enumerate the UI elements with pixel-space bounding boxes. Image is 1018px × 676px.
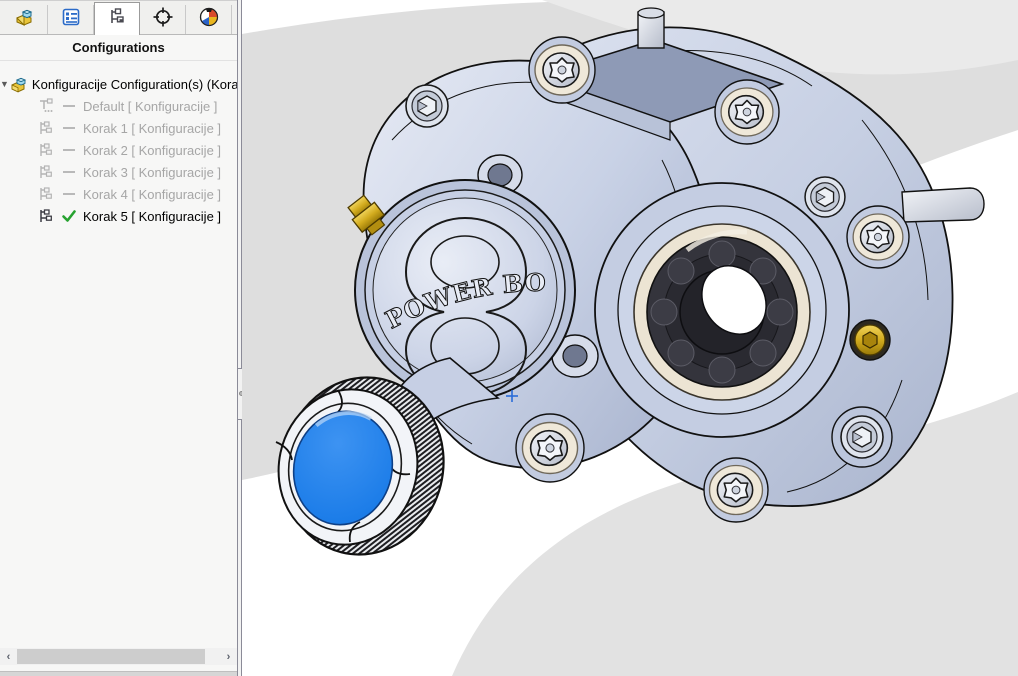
gold-hex-plug [850, 320, 890, 360]
config-item-default[interactable]: Default [ Konfiguracije ] [0, 95, 237, 117]
manager-tabstrip [0, 1, 237, 35]
configuration-flag-icon [36, 119, 56, 137]
inactive-state-icon [59, 98, 79, 114]
graphics-viewport[interactable]: POWER BOX [242, 0, 1018, 676]
scroll-right-button[interactable]: › [220, 648, 237, 665]
active-check-icon [59, 208, 79, 224]
configuration-manager-panel: Configurations ▼ Konfiguracije Configura… [0, 0, 237, 676]
configurations-folder-icon [9, 75, 29, 93]
configuration-flag-icon-active [36, 207, 56, 225]
config-item-korak-1[interactable]: Korak 1 [ Konfiguracije ] [0, 117, 237, 139]
config-item-label: Korak 2 [ Konfiguracije ] [83, 143, 221, 158]
tab-propertymanager[interactable] [48, 5, 94, 34]
torx-bolt [535, 45, 589, 95]
expand-caret-icon[interactable]: ▼ [0, 79, 9, 89]
torx-bolt [853, 214, 903, 260]
tab-displaymanager[interactable] [186, 5, 232, 34]
window-bottom-edge [0, 671, 237, 676]
solidworks-window: Configurations ▼ Konfiguracije Configura… [0, 0, 1018, 676]
propertymanager-icon [61, 7, 81, 32]
inactive-state-icon [59, 120, 79, 136]
panel-horizontal-scrollbar[interactable]: ‹ › [0, 648, 237, 665]
panel-title: Configurations [0, 35, 237, 61]
tab-featuremanager[interactable] [2, 5, 48, 34]
scrollbar-thumb[interactable] [17, 649, 205, 664]
cad-model-gearbox: POWER BOX [242, 0, 1018, 676]
config-item-label: Korak 5 [ Konfiguracije ] [83, 209, 221, 224]
config-item-korak-2[interactable]: Korak 2 [ Konfiguracije ] [0, 139, 237, 161]
configurationmanager-icon [107, 7, 127, 32]
tab-dimxpertmanager[interactable] [140, 5, 186, 34]
configuration-tree: ▼ Konfiguracije Configuration(s) (Kora [0, 61, 237, 648]
inactive-state-icon [59, 164, 79, 180]
displaymanager-icon [198, 6, 220, 33]
config-item-korak-4[interactable]: Korak 4 [ Konfiguracije ] [0, 183, 237, 205]
torx-bolt [710, 466, 763, 515]
config-item-korak-5[interactable]: Korak 5 [ Konfiguracije ] [0, 205, 237, 227]
torx-bolt [522, 423, 577, 474]
right-stud [902, 188, 984, 222]
config-item-label: Korak 1 [ Konfiguracije ] [83, 121, 221, 136]
config-item-label: Korak 3 [ Konfiguracije ] [83, 165, 221, 180]
ball-bearing [634, 224, 810, 400]
torx-bolt [721, 88, 773, 136]
top-stud [638, 8, 664, 48]
config-item-korak-3[interactable]: Korak 3 [ Konfiguracije ] [0, 161, 237, 183]
scroll-left-button[interactable]: ‹ [0, 648, 17, 665]
default-config-icon [36, 97, 56, 115]
hex-socket-plug [406, 85, 448, 127]
hex-socket-plug [805, 177, 845, 217]
config-item-label: Korak 4 [ Konfiguracije ] [83, 187, 221, 202]
inactive-state-icon [59, 142, 79, 158]
configuration-flag-icon [36, 141, 56, 159]
configuration-flag-icon [36, 163, 56, 181]
dimxpertmanager-icon [152, 6, 174, 33]
configuration-flag-icon [36, 185, 56, 203]
scrollbar-track[interactable] [17, 648, 220, 665]
tree-root-label: Konfiguracije Configuration(s) (Kora [32, 77, 237, 92]
hex-socket-plug [841, 416, 883, 458]
config-item-label: Default [ Konfiguracije ] [83, 99, 217, 114]
tree-root-configurations[interactable]: ▼ Konfiguracije Configuration(s) (Kora [0, 73, 237, 95]
inactive-state-icon [59, 186, 79, 202]
featuremanager-icon [14, 7, 36, 32]
tab-configurationmanager[interactable] [94, 2, 140, 35]
